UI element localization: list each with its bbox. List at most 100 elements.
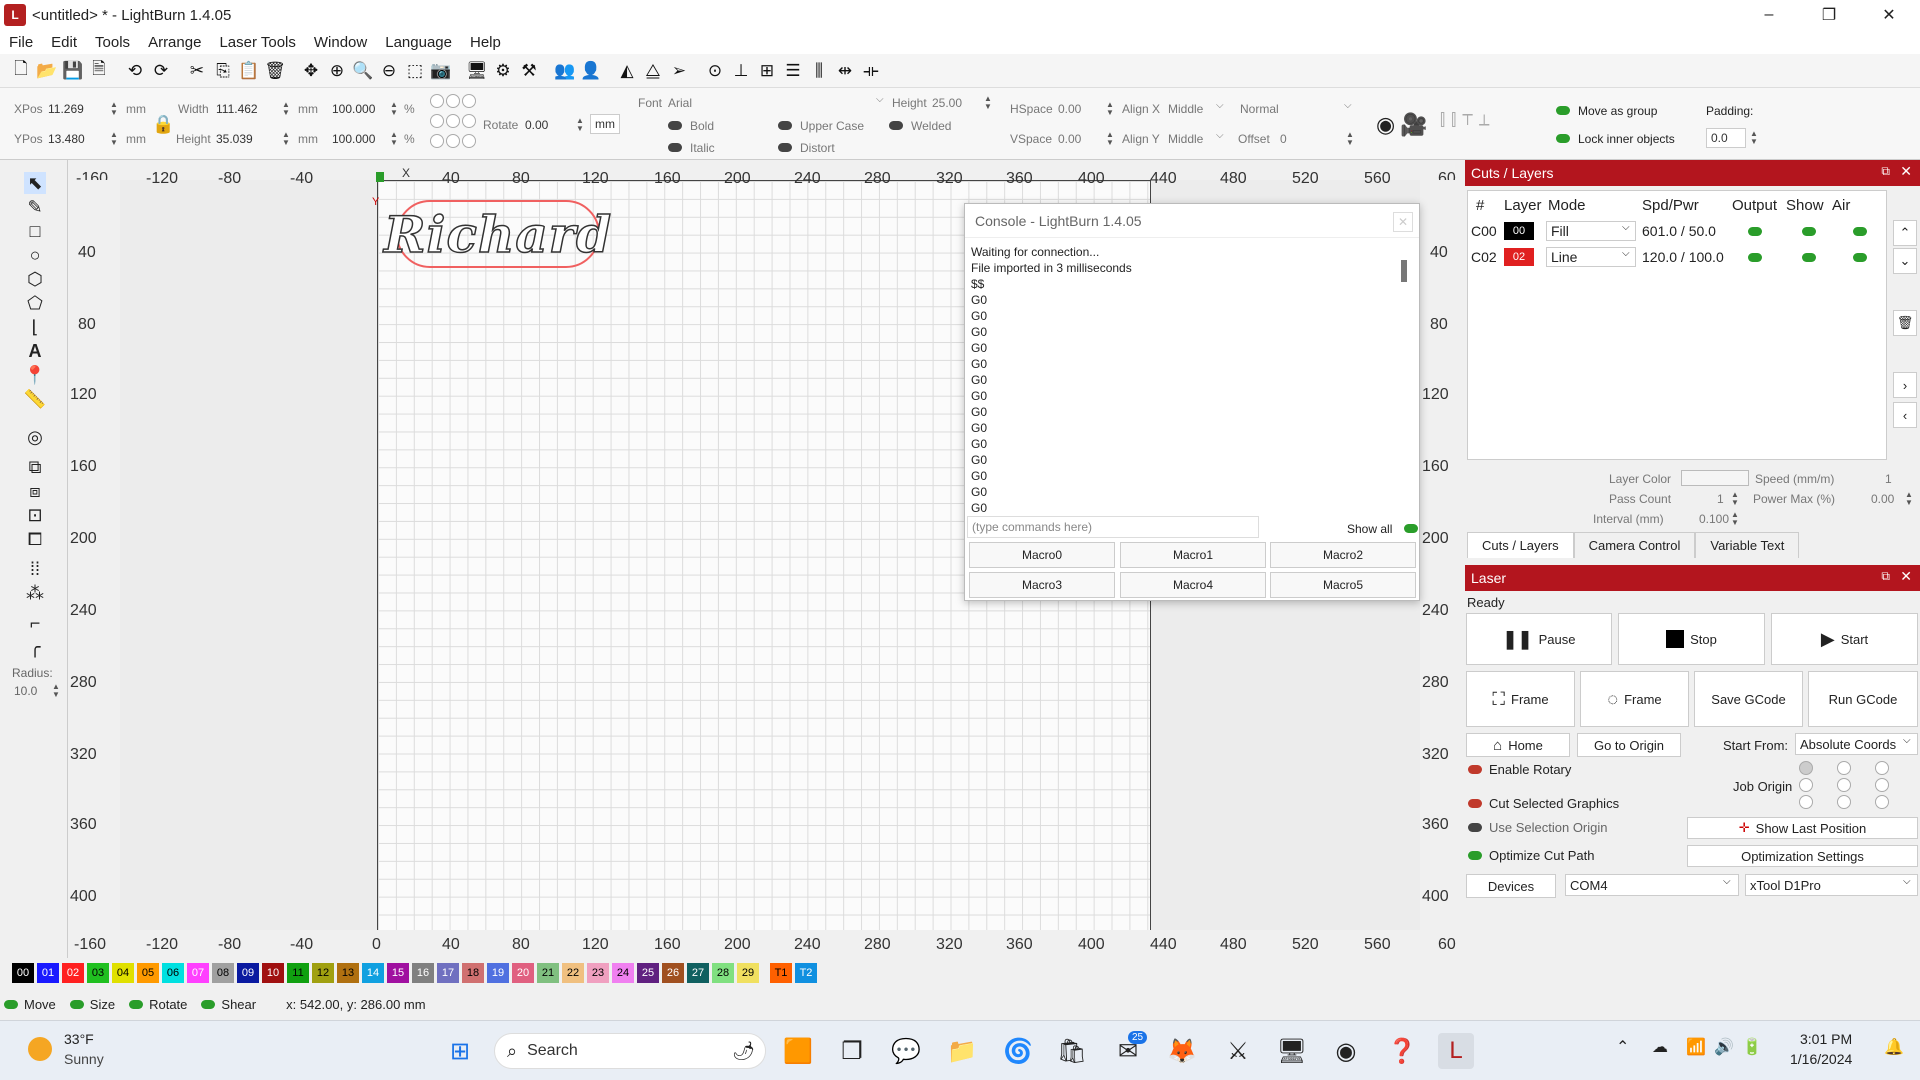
cut-selected-toggle[interactable] [1468, 799, 1482, 808]
job-origin-selector[interactable] [1799, 761, 1919, 811]
size-toggle[interactable] [69, 999, 84, 1009]
delete-icon[interactable]: 🗑 [264, 60, 286, 82]
rotate-toggle[interactable] [129, 999, 144, 1009]
padding-spinner[interactable]: ▲ ▼ [1750, 130, 1758, 146]
float-panel-icon[interactable]: ⧉ [1881, 569, 1890, 584]
start-from-dropdown-icon[interactable]: ⌵ [1903, 735, 1911, 746]
show-toggle[interactable] [1802, 253, 1816, 262]
scale-width-field[interactable]: 100.000 [332, 102, 375, 116]
palette-swatch-20[interactable]: 20 [512, 963, 534, 983]
macro3-button[interactable]: Macro3 [969, 572, 1115, 598]
tab-camera-control[interactable]: Camera Control [1573, 532, 1696, 558]
palette-swatch-T1[interactable]: T1 [770, 963, 792, 983]
tab-cuts-layers[interactable]: Cuts / Layers [1467, 532, 1574, 558]
console-command-input[interactable]: (type commands here) [967, 516, 1259, 538]
cut-icon[interactable]: ✂ [186, 60, 208, 82]
close-button[interactable]: ✕ [1860, 0, 1918, 30]
windows-start-icon[interactable]: ⊞ [442, 1033, 478, 1069]
palette-swatch-08[interactable]: 08 [212, 963, 234, 983]
menu-window[interactable]: Window [305, 34, 376, 51]
select-icon[interactable]: ⬉ [24, 172, 46, 194]
radius-field[interactable]: 10.0 [14, 684, 37, 698]
close-panel-icon[interactable]: ✕ [1900, 568, 1912, 585]
boolean-diff-icon[interactable]: ⧈ [24, 480, 46, 502]
help-app-icon[interactable]: ❓ [1384, 1033, 1420, 1069]
lock-icon[interactable]: 🔒 [152, 114, 174, 135]
pass-count-spinner[interactable]: ▲ ▼ [1731, 491, 1739, 507]
origin-selector[interactable] [430, 94, 478, 152]
air-toggle[interactable] [1853, 227, 1867, 236]
ungroup-icon[interactable]: 👤 [580, 60, 602, 82]
palette-swatch-14[interactable]: 14 [362, 963, 384, 983]
collapse-left-icon[interactable]: ‹ [1893, 402, 1917, 428]
optimize-cut-toggle[interactable] [1468, 851, 1482, 860]
scale-height-spinner[interactable]: ▲ ▼ [390, 131, 398, 147]
mode-dropdown-icon[interactable]: ⌵ [1622, 222, 1630, 233]
macro5-button[interactable]: Macro5 [1270, 572, 1416, 598]
line-icon[interactable]: ⌊ [24, 316, 46, 338]
port-select[interactable]: COM4 [1565, 874, 1739, 896]
vspace-spinner[interactable]: ▲ ▼ [1106, 131, 1114, 147]
menu-help[interactable]: Help [461, 34, 510, 51]
corner-icon[interactable]: ⌐ [24, 612, 46, 634]
frame-circle-button[interactable]: ◌ Frame [1580, 671, 1689, 727]
palette-swatch-21[interactable]: 21 [537, 963, 559, 983]
upper-case-toggle[interactable] [778, 121, 792, 130]
vspace-field[interactable]: 0.00 [1058, 132, 1081, 146]
show-toggle[interactable] [1802, 227, 1816, 236]
air-toggle[interactable] [1853, 253, 1867, 262]
stop-button[interactable]: Stop [1618, 613, 1765, 665]
file-explorer-icon[interactable]: 📁 [944, 1033, 980, 1069]
copy-icon[interactable]: ⎘ [212, 60, 234, 82]
teams-icon[interactable]: 💬 [888, 1033, 924, 1069]
monitor-app-icon[interactable]: 🖥 [1274, 1033, 1310, 1069]
expand-right-icon[interactable]: › [1893, 372, 1917, 398]
menu-tools[interactable]: Tools [86, 34, 139, 51]
speed-field[interactable]: 1 [1885, 472, 1892, 486]
palette-swatch-18[interactable]: 18 [462, 963, 484, 983]
open-file-icon[interactable]: 📂 [36, 60, 58, 82]
welded-toggle[interactable] [889, 121, 903, 130]
mirror-v-icon[interactable]: ⧋ [642, 60, 664, 82]
home-button[interactable]: ⌂ Home [1466, 733, 1570, 757]
palette-swatch-09[interactable]: 09 [237, 963, 259, 983]
volume-icon[interactable]: 🔊 [1714, 1037, 1734, 1057]
palette-swatch-24[interactable]: 24 [612, 963, 634, 983]
xpos-field[interactable]: 11.269 [48, 102, 84, 116]
ypos-field[interactable]: 13.480 [48, 132, 85, 146]
show-all-toggle[interactable] [1404, 524, 1418, 533]
restore-button[interactable]: ❐ [1800, 0, 1858, 30]
minimize-button[interactable]: – [1740, 0, 1798, 30]
firefox-icon[interactable]: 🦊 [1164, 1033, 1200, 1069]
alignx-select[interactable]: Middle [1168, 102, 1203, 116]
polygon-icon[interactable]: ⬡ [24, 268, 46, 290]
lock-inner-toggle[interactable] [1556, 134, 1570, 143]
scale-height-field[interactable]: 100.000 [332, 132, 375, 146]
palette-swatch-07[interactable]: 07 [187, 963, 209, 983]
rotate-spinner[interactable]: ▲ ▼ [576, 117, 584, 133]
monitor-icon[interactable]: 🖥 [466, 60, 488, 82]
move-icon[interactable]: ✥ [300, 60, 322, 82]
palette-swatch-28[interactable]: 28 [712, 963, 734, 983]
taskbar-search[interactable]: ⌕ Search 🌶 [494, 1033, 766, 1069]
text-height-spinner[interactable]: ▲ ▼ [984, 95, 992, 111]
offset-field[interactable]: 0 [1280, 132, 1287, 146]
shear-toggle[interactable] [201, 999, 216, 1009]
aligny-select[interactable]: Middle [1168, 132, 1203, 146]
font-select[interactable]: Arial [668, 96, 888, 110]
text-mode-dropdown-icon[interactable]: ⌵ [1344, 100, 1352, 111]
output-toggle[interactable] [1748, 253, 1762, 262]
circular-array-icon[interactable]: ⁂ [24, 582, 46, 604]
height-field[interactable]: 35.039 [216, 132, 253, 146]
macro4-button[interactable]: Macro4 [1120, 572, 1266, 598]
lightburn-taskbar-icon[interactable]: L [1438, 1033, 1474, 1069]
widgets-icon[interactable]: 🟧 [780, 1033, 816, 1069]
text-height-field[interactable]: 25.00 [932, 96, 962, 110]
font-dropdown-icon[interactable]: ⌵ [876, 94, 884, 105]
hspace-field[interactable]: 0.00 [1058, 102, 1081, 116]
port-dropdown-icon[interactable]: ⌵ [1723, 876, 1731, 887]
bold-toggle[interactable] [668, 121, 682, 130]
width-spinner[interactable]: ▲ ▼ [282, 101, 290, 117]
rectangle-icon[interactable]: □ [24, 220, 46, 242]
align-tools-icon[interactable]: ⫿⫿⊤⊥ [1440, 112, 1496, 130]
